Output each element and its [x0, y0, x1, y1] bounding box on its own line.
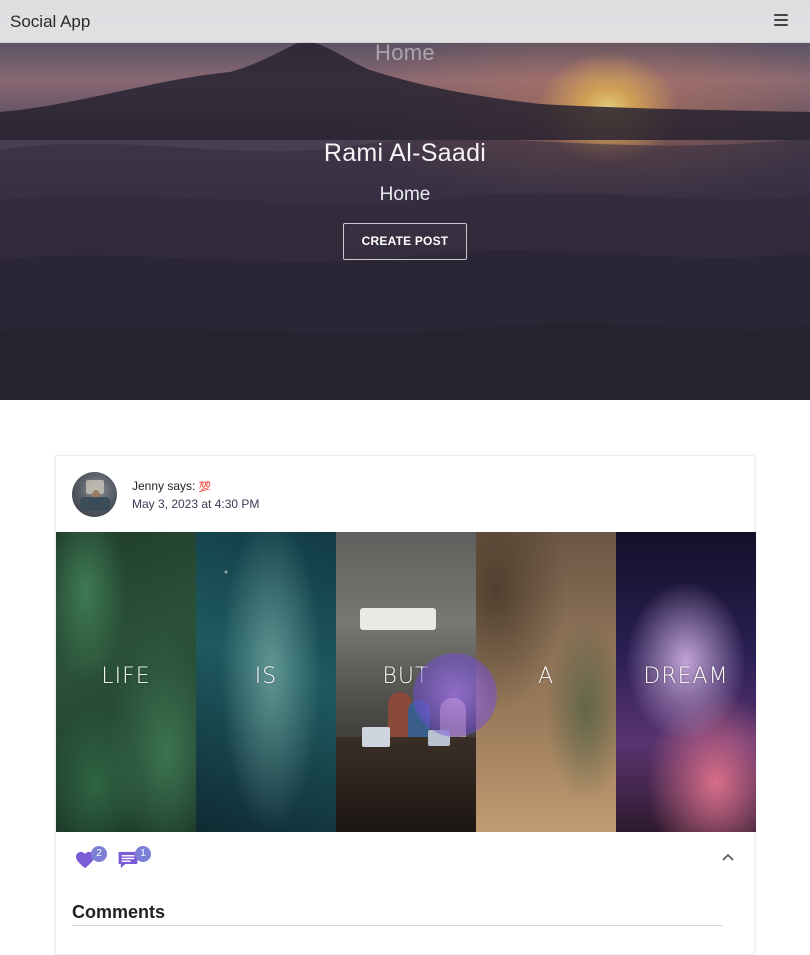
post-image[interactable]: LIFE IS BUT A DREAM [56, 532, 756, 832]
post-timestamp: May 3, 2023 at 4:30 PM [132, 497, 260, 511]
hero-banner: Home Rami Al-Saadi Home CREATE POST [0, 0, 810, 400]
post-author-line: Jenny says: 💯 [132, 479, 211, 493]
hamburger-menu-icon[interactable] [774, 14, 788, 28]
post-actions: 2 1 [56, 832, 756, 882]
create-post-button[interactable]: CREATE POST [343, 223, 467, 260]
brand-link[interactable]: Social App [10, 12, 90, 32]
image-word: LIFE [101, 664, 151, 689]
image-tile: A [476, 532, 616, 832]
post-card: Jenny says: 💯 May 3, 2023 at 4:30 PM LIF… [55, 455, 756, 955]
comments-divider [72, 925, 723, 926]
image-word: IS [254, 664, 278, 689]
image-tile: DREAM [616, 532, 756, 832]
hundred-emoji: 💯 [198, 482, 212, 493]
image-tile: LIFE [56, 532, 196, 832]
page-title-ghost: Home [375, 40, 435, 65]
navbar: Social App [0, 0, 810, 43]
reaction-sticker [413, 653, 497, 737]
profile-name: Rami Al-Saadi [323, 139, 487, 167]
hero-subtitle: Home [379, 184, 431, 205]
comments-heading: Comments [72, 902, 166, 922]
like-count-badge: 2 [91, 846, 107, 862]
avatar[interactable] [72, 472, 117, 517]
image-word: DREAM [643, 664, 729, 689]
post-author: Jenny says: [132, 479, 196, 493]
image-tile: IS [196, 532, 336, 832]
image-word: A [537, 664, 555, 689]
chevron-up-icon[interactable] [722, 852, 734, 862]
comment-count-badge: 1 [135, 846, 151, 862]
